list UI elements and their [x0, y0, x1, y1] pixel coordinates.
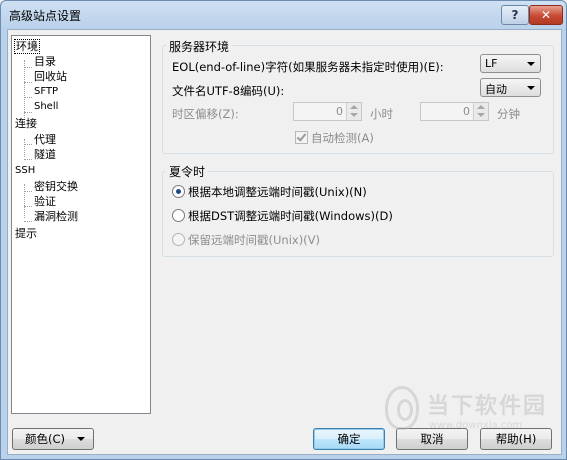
dst-title: 夏令时 — [166, 163, 209, 180]
tree-item-bugs[interactable]: 漏洞检测 — [34, 209, 78, 224]
tree-item-shell[interactable]: Shell — [34, 99, 58, 114]
server-environment-title: 服务器环境 — [166, 38, 233, 55]
settings-tree[interactable]: 环境 目录 回收站 SFTP Shell 连接 代理 隧道 SSH 密钥交换 验… — [11, 35, 151, 414]
tree-item-note[interactable]: 提示 — [15, 226, 37, 241]
minutes-unit: 分钟 — [497, 107, 520, 121]
watermark-url: www.downxia.com — [429, 420, 523, 431]
eol-value: LF — [485, 57, 498, 70]
tree-item-recycle-bin[interactable]: 回收站 — [34, 69, 67, 84]
utf8-label: 文件名UTF-8编码(U): — [172, 84, 285, 98]
window-title: 高级站点设置 — [9, 9, 82, 23]
chevron-down-icon — [77, 437, 85, 441]
dst-option-keep-label: 保留远端时间戳(Unix)(V) — [188, 233, 321, 247]
tree-item-tunnel[interactable]: 隧道 — [34, 147, 56, 162]
chevron-down-icon — [527, 62, 535, 66]
watermark-text: 当下软件园 — [427, 394, 548, 419]
tree-item-authentication[interactable]: 验证 — [34, 194, 56, 209]
dst-option-windows-label: 根据DST调整远端时间戳(Windows)(D) — [188, 209, 393, 223]
timezone-minutes-value: 0 — [463, 105, 470, 118]
eol-select[interactable]: LF — [480, 54, 541, 73]
tree-item-directories[interactable]: 目录 — [34, 54, 56, 69]
watermark-logo-icon — [385, 386, 419, 430]
auto-detect-checkbox[interactable] — [295, 131, 308, 144]
hours-spin-buttons[interactable] — [346, 103, 361, 120]
minutes-spin-buttons[interactable] — [473, 103, 488, 120]
timezone-label: 时区偏移(Z): — [172, 107, 239, 121]
chevron-down-icon — [527, 86, 535, 90]
dst-radio-windows[interactable] — [172, 209, 185, 222]
color-button[interactable]: 颜色(C) — [12, 428, 94, 450]
eol-label: EOL(end-of-line)字符(如果服务器未指定时使用)(E): — [172, 60, 444, 74]
title-bar[interactable]: 高级站点设置 ? ✕ — [1, 1, 566, 29]
auto-detect-label: 自动检测(A) — [311, 131, 374, 145]
dst-radio-unix[interactable] — [172, 185, 185, 198]
close-icon[interactable]: ✕ — [529, 5, 563, 25]
dst-option-unix-label: 根据本地调整远端时间戳(Unix)(N) — [188, 185, 367, 199]
ok-button[interactable]: 确定 — [313, 428, 385, 450]
hours-unit: 小时 — [370, 107, 393, 121]
tree-item-connection[interactable]: 连接 — [15, 116, 37, 131]
color-button-label: 颜色(C) — [25, 432, 66, 446]
dst-radio-keep[interactable] — [172, 233, 185, 246]
timezone-hours-input[interactable]: 0 — [293, 102, 362, 121]
help-icon[interactable]: ? — [501, 5, 529, 25]
utf8-value: 自动 — [485, 83, 507, 96]
utf8-select[interactable]: 自动 — [480, 78, 541, 97]
watermark: 当下软件园 www.downxia.com — [381, 386, 566, 451]
tree-item-key-exchange[interactable]: 密钥交换 — [34, 179, 78, 194]
dialog-window: 高级站点设置 ? ✕ 环境 目录 回收站 SFTP Shell 连接 代理 隧道 — [0, 0, 567, 460]
tree-item-environment[interactable]: 环境 — [14, 39, 40, 54]
timezone-hours-value: 0 — [336, 105, 343, 118]
tree-item-proxy[interactable]: 代理 — [34, 132, 56, 147]
tree-item-ssh[interactable]: SSH — [15, 163, 35, 178]
tree-item-sftp[interactable]: SFTP — [34, 84, 58, 99]
timezone-minutes-input[interactable]: 0 — [420, 102, 489, 121]
